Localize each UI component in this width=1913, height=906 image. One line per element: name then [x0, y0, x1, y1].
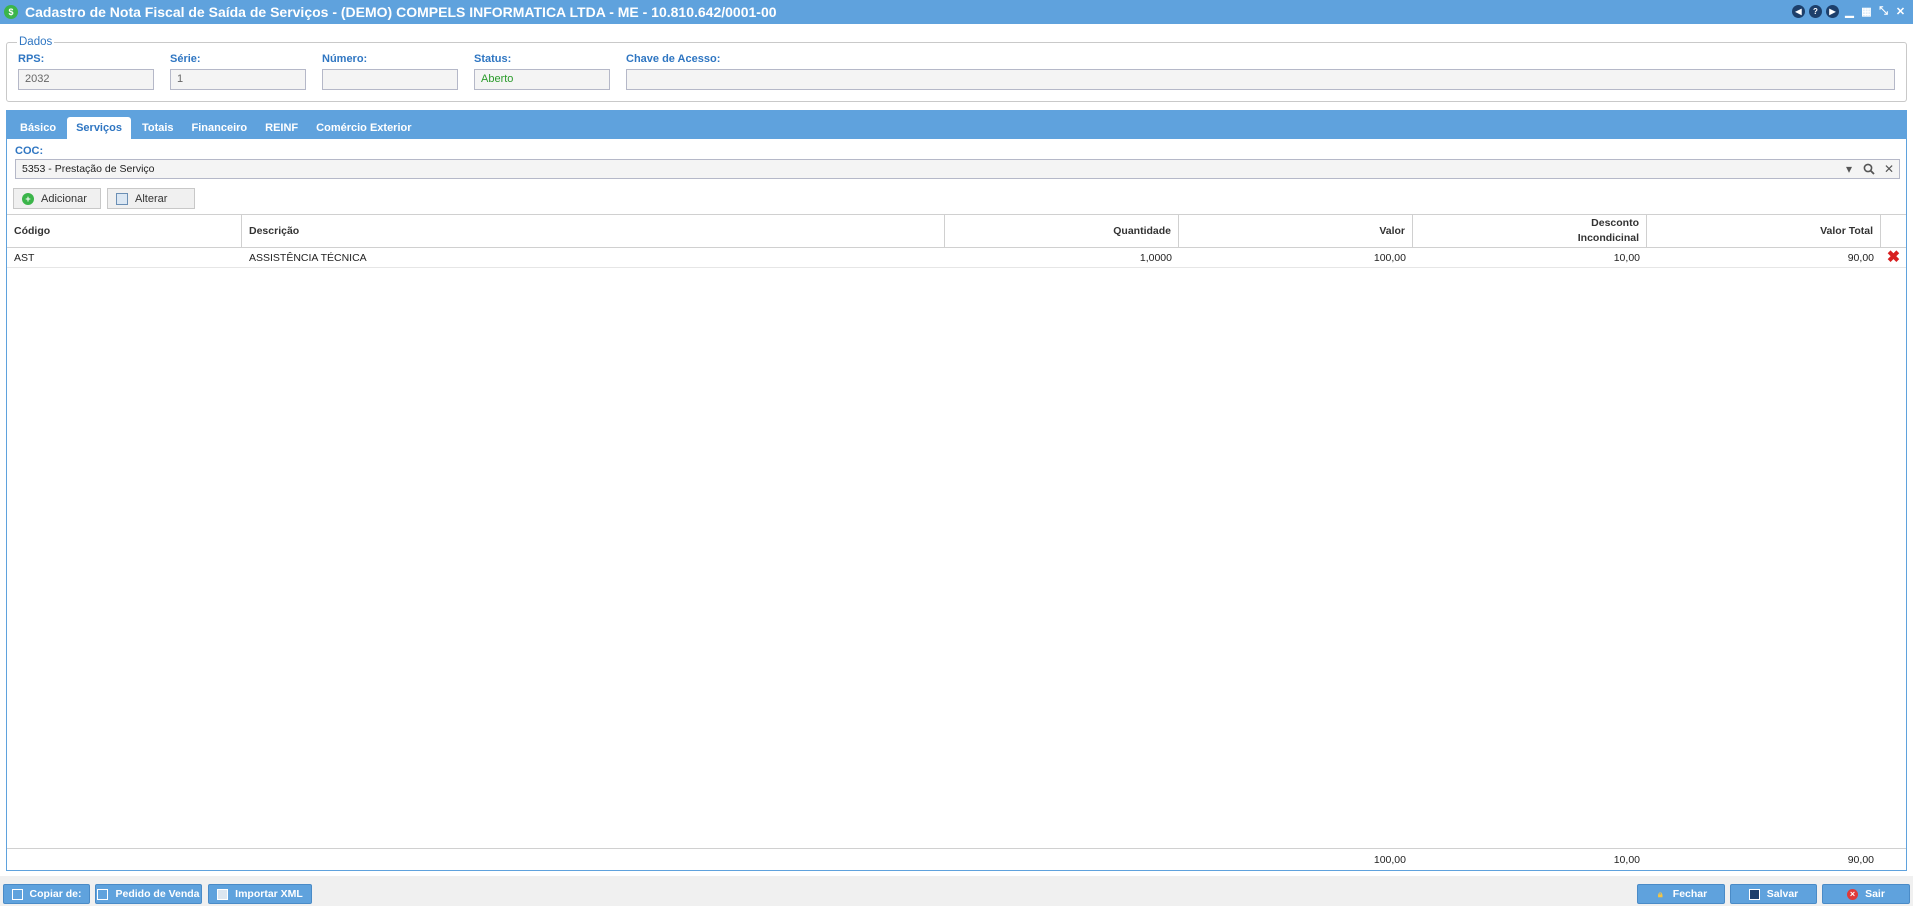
serie-label: Série: [170, 53, 201, 65]
sair-label: Sair [1865, 888, 1885, 900]
dados-legend: Dados [19, 36, 53, 48]
previous-icon[interactable]: ◀ [1792, 5, 1805, 18]
exit-icon: × [1847, 888, 1859, 900]
chave-field-group: Chave de Acesso: [626, 53, 1895, 90]
rps-field[interactable]: 2032 [18, 69, 154, 90]
close-icon[interactable]: ✕ [1894, 5, 1907, 18]
tab-totais[interactable]: Totais [135, 117, 181, 139]
rps-label: RPS: [18, 53, 45, 65]
save-icon [1748, 888, 1760, 900]
help-icon[interactable]: ? [1809, 5, 1822, 18]
col-valor-total[interactable]: Valor Total [1647, 215, 1881, 247]
alterar-button[interactable]: Alterar [107, 188, 195, 209]
tab-servicos[interactable]: Serviços [67, 117, 131, 139]
col-desconto[interactable]: Desconto Incondicinal [1413, 215, 1647, 247]
col-desconto-line2: Incondicinal [1577, 232, 1639, 244]
alterar-label: Alterar [135, 192, 168, 205]
xml-icon [217, 888, 229, 900]
lock-icon: 🔒︎ [1657, 888, 1663, 899]
cell-quantidade: 1,0000 [1139, 251, 1172, 264]
pedido-de-venda-button[interactable]: Pedido de Venda [95, 884, 202, 904]
delete-row-icon[interactable]: ✖ [1881, 249, 1906, 266]
chevron-down-icon[interactable]: ▾ [1839, 160, 1859, 178]
pedido-de-venda-label: Pedido de Venda [115, 888, 200, 900]
tab-panel: Básico Serviços Totais Financeiro REINF … [6, 110, 1907, 871]
fechar-label: Fechar [1672, 888, 1708, 900]
sair-button[interactable]: × Sair [1822, 884, 1910, 904]
title-bar: $ Cadastro de Nota Fiscal de Saída de Se… [0, 0, 1913, 24]
window-tools: ◀ ? ▶ ▁ ▦ ⤡ ✕ [1792, 5, 1907, 18]
bottom-toolbar: Copiar de: Pedido de Venda Importar XML … [0, 876, 1913, 906]
table-row[interactable]: AST ASSISTÊNCIA TÉCNICA 1,0000 100,00 10… [7, 248, 1906, 268]
rps-field-group: RPS: 2032 [18, 53, 154, 90]
app-icon: $ [4, 5, 18, 19]
chave-label: Chave de Acesso: [626, 53, 721, 65]
status-field-group: Status: Aberto [474, 53, 610, 90]
grid-totals-row: 100,00 10,00 90,00 [7, 848, 1906, 870]
coc-value: 5353 - Prestação de Serviço [22, 163, 155, 175]
copiar-de-button[interactable]: Copiar de: [3, 884, 90, 904]
order-icon [97, 888, 109, 900]
grid-header: Código Descrição Quantidade Valor Descon… [7, 214, 1906, 248]
serie-field-group: Série: 1 [170, 53, 306, 90]
add-icon: + [22, 192, 34, 205]
cell-valor: 100,00 [1373, 251, 1406, 264]
adicionar-button[interactable]: + Adicionar [13, 188, 101, 209]
cell-codigo: AST [14, 251, 35, 264]
tab-bar: Básico Serviços Totais Financeiro REINF … [7, 111, 1906, 139]
importar-xml-label: Importar XML [235, 888, 303, 900]
importar-xml-button[interactable]: Importar XML [208, 884, 312, 904]
adicionar-label: Adicionar [41, 192, 87, 205]
copy-icon [11, 888, 23, 900]
salvar-button[interactable]: Salvar [1730, 884, 1817, 904]
col-desconto-line1: Desconto [1591, 217, 1639, 229]
coc-label: COC: [15, 145, 44, 157]
window-title: Cadastro de Nota Fiscal de Saída de Serv… [25, 4, 777, 20]
cell-descricao: ASSISTÊNCIA TÉCNICA [249, 251, 367, 264]
copiar-de-label: Copiar de: [29, 888, 82, 900]
restore-icon[interactable]: ⤡ [1877, 5, 1890, 18]
next-icon[interactable]: ▶ [1826, 5, 1839, 18]
tab-comercio-exterior[interactable]: Comércio Exterior [309, 117, 418, 139]
tab-reinf[interactable]: REINF [258, 117, 305, 139]
col-codigo[interactable]: Código [7, 215, 242, 247]
calendar-icon[interactable]: ▦ [1860, 5, 1873, 18]
cell-valor-total: 90,00 [1847, 251, 1874, 264]
total-desconto: 10,00 [1613, 853, 1640, 866]
minimize-icon[interactable]: ▁ [1843, 5, 1856, 18]
tab-basico[interactable]: Básico [13, 117, 63, 139]
nf-servicos-window: $ Cadastro de Nota Fiscal de Saída de Se… [0, 0, 1913, 906]
search-icon[interactable] [1859, 160, 1879, 178]
numero-field-group: Número: [322, 53, 458, 90]
col-descricao[interactable]: Descrição [242, 215, 945, 247]
chave-acesso-field[interactable] [626, 69, 1895, 90]
services-toolbar: + Adicionar Alterar [13, 188, 195, 209]
total-valor: 100,00 [1373, 853, 1406, 866]
tab-financeiro[interactable]: Financeiro [185, 117, 255, 139]
serie-field[interactable]: 1 [170, 69, 306, 90]
status-label: Status: [474, 53, 512, 65]
clear-icon[interactable]: ✕ [1879, 160, 1899, 178]
cell-desconto: 10,00 [1613, 251, 1640, 264]
numero-label: Número: [322, 53, 368, 65]
numero-field[interactable] [322, 69, 458, 90]
status-field[interactable]: Aberto [474, 69, 610, 90]
edit-icon [116, 192, 128, 205]
fechar-button[interactable]: 🔒︎ Fechar [1637, 884, 1725, 904]
col-valor[interactable]: Valor [1179, 215, 1413, 247]
salvar-label: Salvar [1766, 888, 1799, 900]
coc-combobox[interactable]: 5353 - Prestação de Serviço ▾ ✕ [15, 159, 1900, 179]
services-grid: Código Descrição Quantidade Valor Descon… [7, 214, 1906, 870]
col-actions [1881, 215, 1906, 247]
col-quantidade[interactable]: Quantidade [945, 215, 1179, 247]
total-valor-total: 90,00 [1847, 853, 1874, 866]
